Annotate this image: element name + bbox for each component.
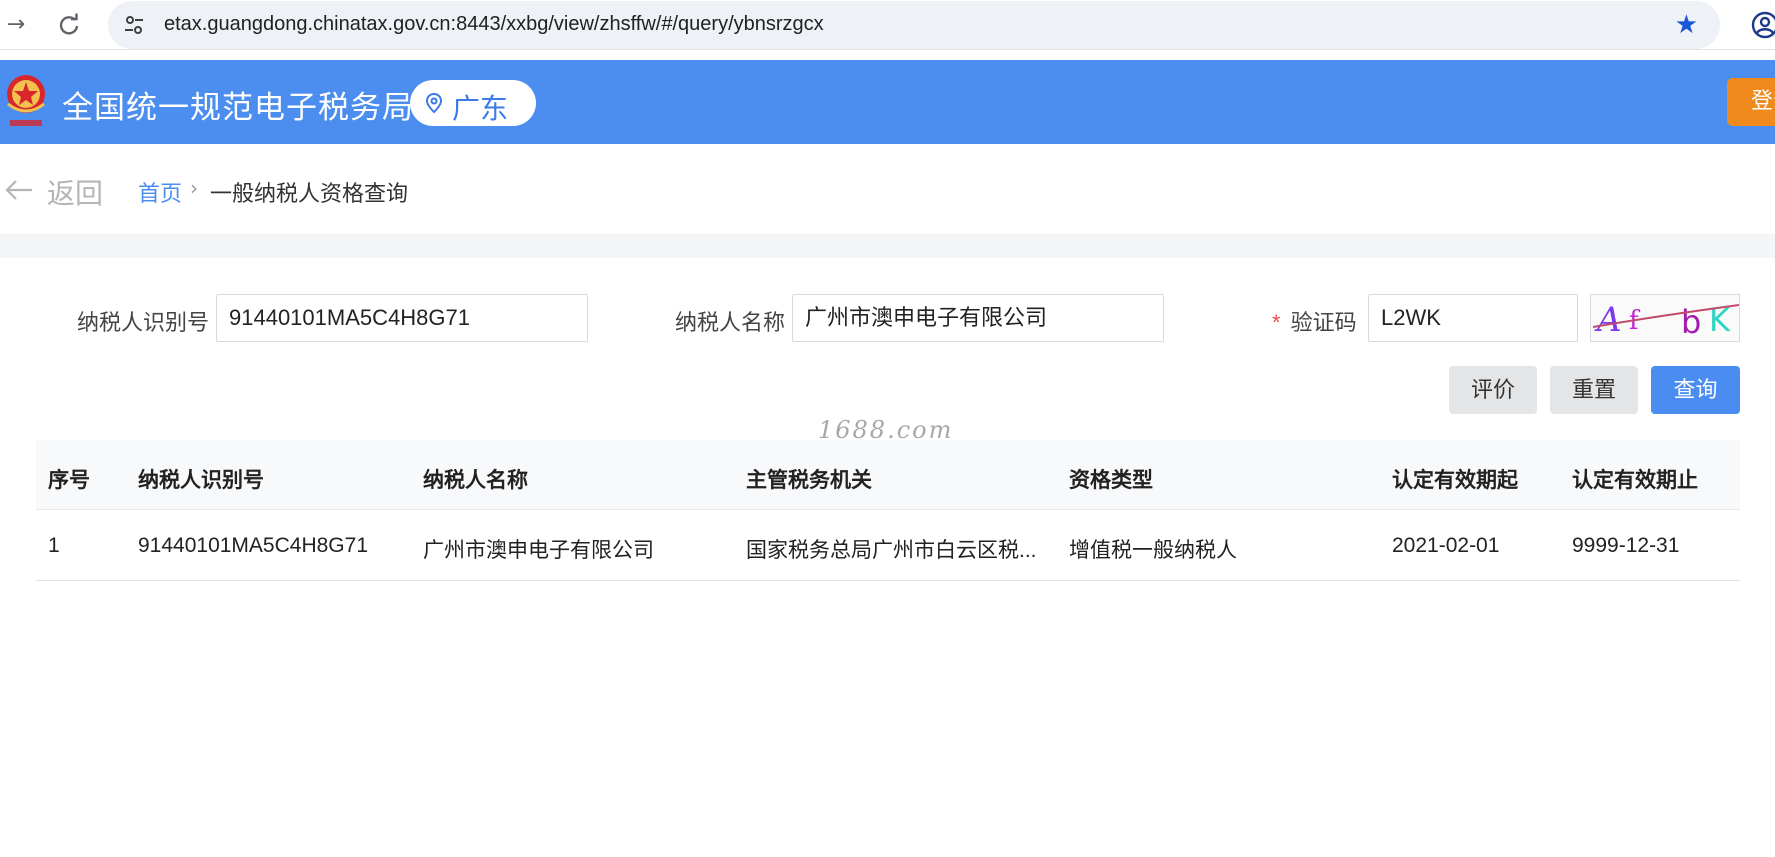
query-button[interactable]: 查询 [1651,366,1740,414]
taxpayer-id-input[interactable]: 91440101MA5C4H8G71 [216,294,588,342]
captcha-image[interactable]: A f b K [1590,294,1740,342]
captcha-char: A [1594,300,1622,340]
back-button[interactable]: 返回 [47,172,103,212]
column-header-valid-to: 认定有效期止 [1572,469,1698,492]
taxpayer-name-label: 纳税人名称 [675,310,786,335]
breadcrumb-home-link[interactable]: 首页 [138,176,182,208]
column-header-taxpayer-name: 纳税人名称 [423,469,528,492]
cell-index: 1 [48,534,60,557]
cell-tax-authority: 国家税务总局广州市白云区税... [746,539,1037,562]
cell-qualification-type: 增值税一般纳税人 [1069,539,1237,562]
column-header-tax-authority: 主管税务机关 [746,469,872,492]
required-mark: * [1272,310,1281,335]
breadcrumb-separator: › [190,176,198,200]
captcha-label: * 验证码 [1272,305,1357,337]
region-label: 广东 [452,93,509,124]
login-button[interactable]: 登录 [1727,78,1775,126]
site-title: 全国统一规范电子税务局 [62,90,414,125]
address-bar[interactable]: etax.guangdong.chinatax.gov.cn:8443/xxbg… [108,1,1720,49]
profile-icon[interactable] [1750,10,1775,40]
reset-button[interactable]: 重置 [1550,366,1638,414]
reload-icon[interactable] [53,9,85,41]
evaluate-button[interactable]: 评价 [1449,366,1537,414]
site-header: 全国统一规范电子税务局 广东 登录 [0,60,1775,144]
cell-valid-from: 2021-02-01 [1392,534,1500,557]
tax-emblem-icon [7,75,45,126]
captcha-input[interactable]: L2WK [1368,294,1578,342]
column-header-valid-from: 认定有效期起 [1392,469,1518,492]
back-arrow-icon[interactable] [4,175,34,205]
forward-arrow-icon[interactable]: → [0,9,32,41]
location-pin-icon [425,92,443,114]
captcha-char: b [1681,303,1701,341]
column-header-qualification-type: 资格类型 [1069,469,1153,492]
cell-taxpayer-name: 广州市澳申电子有限公司 [423,539,654,562]
cell-taxpayer-id: 91440101MA5C4H8G71 [138,534,368,557]
table-row[interactable]: 1 91440101MA5C4H8G71 广州市澳申电子有限公司 国家税务总局广… [36,510,1740,581]
taxpayer-id-label: 纳税人识别号 [77,310,210,335]
taxpayer-name-input[interactable]: 广州市澳申电子有限公司 [792,294,1164,342]
region-selector[interactable]: 广东 [410,80,536,126]
cell-valid-to: 9999-12-31 [1572,534,1680,557]
column-header-taxpayer-id: 纳税人识别号 [138,469,264,492]
table-header: 序号 纳税人识别号 纳税人名称 主管税务机关 资格类型 认定有效期起 认定有效期… [36,440,1740,510]
column-header-index: 序号 [48,469,90,492]
site-settings-icon[interactable] [122,13,146,37]
captcha-label-text: 验证码 [1290,310,1357,335]
section-divider [0,234,1775,258]
star-icon[interactable]: ★ [1675,11,1698,39]
url-text[interactable]: etax.guangdong.chinatax.gov.cn:8443/xxbg… [164,13,824,36]
breadcrumb-current: 一般纳税人资格查询 [210,181,409,206]
browser-toolbar: → etax.guangdong.chinatax.gov.cn:8443/xx… [0,0,1775,50]
